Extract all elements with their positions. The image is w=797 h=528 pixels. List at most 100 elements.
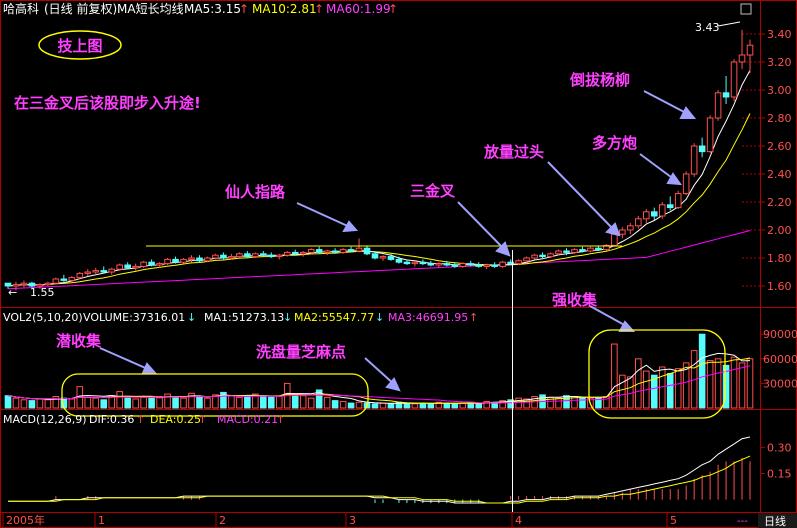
stock-chart[interactable]: 哈高科 (日线 前复权) MA短长均线 MA5:3.15 ↑ MA10:2.81… bbox=[0, 0, 797, 528]
volume-bar bbox=[236, 396, 243, 409]
volume-bar bbox=[164, 393, 171, 409]
volume-bar bbox=[68, 398, 76, 409]
price-axis-label: 3.20 bbox=[767, 56, 792, 69]
macd-axis-label: 0.15 bbox=[767, 467, 792, 480]
candle-body bbox=[275, 254, 283, 258]
low-price-arrow-icon: ← bbox=[8, 286, 17, 299]
vol-ma2-arrow: ↓ bbox=[375, 311, 384, 324]
candle-body bbox=[642, 211, 650, 220]
candle-body bbox=[339, 249, 347, 253]
candle-body bbox=[403, 261, 411, 265]
ma60-line bbox=[7, 230, 751, 290]
candle-body bbox=[395, 258, 403, 263]
ma10-value: MA10:2.81 bbox=[252, 2, 317, 16]
price-axis-label: 3.00 bbox=[767, 84, 792, 97]
volume-bar bbox=[475, 402, 483, 409]
volume-bar bbox=[196, 396, 203, 409]
candle-body bbox=[475, 264, 483, 267]
volume-bar bbox=[419, 402, 427, 409]
candle-body bbox=[68, 277, 76, 281]
candle-body bbox=[491, 264, 498, 267]
time-axis: 2005年 1 2 3 4 5 bbox=[2, 512, 677, 528]
macd-axis-label: 0.30 bbox=[767, 441, 792, 454]
qiangshouji-label: 强收集 bbox=[552, 291, 598, 309]
price-axis-label: 2.20 bbox=[767, 196, 792, 209]
candle-body bbox=[355, 247, 363, 252]
ma5-value: MA5:3.15 bbox=[184, 2, 241, 16]
candle-body bbox=[387, 256, 395, 260]
candle-body bbox=[140, 261, 147, 267]
macd-value: MACD:0.21 bbox=[217, 413, 278, 426]
volume-bar bbox=[706, 359, 714, 409]
candle-body bbox=[164, 258, 171, 265]
candle-body bbox=[419, 261, 427, 265]
main-note: 在三金叉后该股即步入升途! bbox=[14, 94, 201, 112]
volume-bar bbox=[674, 368, 682, 409]
vol-indicator-name: VOL2(5,10,20) bbox=[3, 311, 83, 324]
macd-dif-value: DIF:0.36 bbox=[89, 413, 134, 426]
candle-body bbox=[555, 250, 562, 255]
candle-body bbox=[188, 257, 195, 260]
volume-bar bbox=[180, 397, 187, 409]
qianshouji-label: 潜收集 bbox=[56, 332, 102, 350]
candle-body bbox=[587, 247, 594, 252]
candle-body bbox=[658, 204, 666, 217]
candle-body bbox=[60, 278, 68, 281]
candle-body bbox=[299, 251, 307, 255]
volume-bar bbox=[579, 396, 586, 409]
candle-body bbox=[283, 251, 291, 256]
daoba-label: 倒拔杨柳 bbox=[569, 71, 630, 89]
volume-bar bbox=[379, 402, 387, 409]
volume-bar bbox=[36, 398, 44, 409]
duofang-label: 多方炮 bbox=[592, 134, 637, 152]
time-axis-label: 4 bbox=[515, 514, 522, 527]
volume-bar bbox=[355, 401, 363, 409]
volume-bar bbox=[515, 397, 522, 409]
volume-bar bbox=[132, 398, 139, 409]
candle-body bbox=[204, 257, 211, 262]
candle-body bbox=[132, 265, 139, 269]
candle-body bbox=[611, 233, 618, 246]
candle-body bbox=[411, 261, 419, 265]
volume-bar bbox=[291, 394, 299, 409]
volume-bar bbox=[331, 400, 339, 409]
candle-body bbox=[706, 117, 714, 153]
time-axis-label: 5 bbox=[670, 514, 677, 527]
volume-bar bbox=[563, 395, 570, 409]
volume-bar bbox=[92, 397, 100, 409]
period-tab[interactable]: 日线 bbox=[764, 514, 786, 528]
volume-arrow: ↓ bbox=[187, 311, 196, 324]
volume-bar bbox=[100, 399, 108, 409]
candle-body bbox=[180, 258, 187, 263]
footer-dots[interactable]: --- bbox=[737, 516, 748, 527]
volume-value: VOLUME:37316.01 bbox=[83, 311, 185, 324]
price-axis-label: 2.80 bbox=[767, 112, 792, 125]
candle-body bbox=[738, 54, 746, 63]
candle-body bbox=[682, 173, 690, 195]
time-axis-label: 3 bbox=[349, 514, 356, 527]
time-axis-label: 1 bbox=[98, 514, 105, 527]
volume-bar bbox=[148, 397, 155, 409]
candle-body bbox=[323, 250, 331, 253]
high-price-label: 3.43 bbox=[695, 21, 720, 34]
candle-body bbox=[315, 249, 323, 253]
volume-bar bbox=[116, 391, 123, 409]
volume-bar bbox=[299, 395, 307, 409]
candle-body bbox=[443, 263, 451, 266]
macd-dea-value: DEA:0.25 bbox=[150, 413, 201, 426]
sanjincha-label: 三金叉 bbox=[410, 182, 456, 200]
volume-axis: 90000 60000 30000 bbox=[760, 328, 797, 390]
candle-body bbox=[371, 253, 379, 259]
ma10-line bbox=[7, 113, 751, 287]
volume-bar bbox=[619, 374, 626, 409]
candle-body bbox=[459, 263, 467, 267]
xipan-label: 洗盘量芝麻点 bbox=[256, 343, 346, 361]
candle-body bbox=[44, 282, 52, 286]
xianren-label: 仙人指路 bbox=[225, 183, 286, 201]
volume-bar bbox=[730, 356, 738, 409]
candle-body bbox=[650, 211, 658, 217]
restore-icon[interactable] bbox=[740, 3, 752, 15]
price-axis: 3.40 3.20 3.00 2.80 2.60 2.40 2.20 2.00 1.80 1.60 bbox=[760, 28, 792, 293]
volume-bar bbox=[459, 402, 467, 409]
candle-body bbox=[579, 249, 586, 252]
